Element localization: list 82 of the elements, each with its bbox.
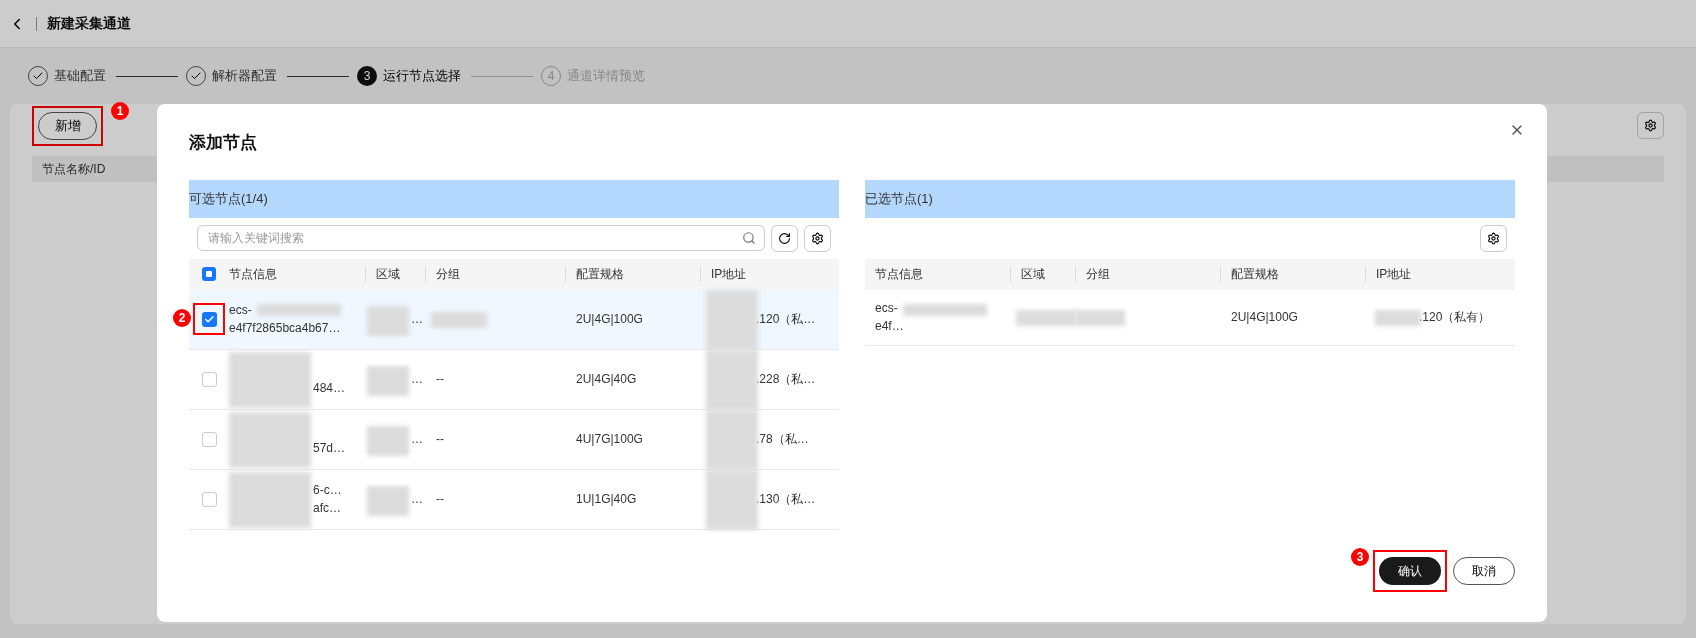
node-id: 484… — [313, 380, 346, 397]
dialog-title: 添加节点 — [189, 132, 258, 154]
table-cell-text: 2U|4G|40G — [576, 371, 637, 388]
node-id: 57d… — [313, 440, 346, 457]
add-button[interactable]: 新增 — [38, 112, 97, 140]
step-marker: 1 — [111, 102, 129, 120]
node-id: e4f7f2865bca4b67… — [229, 320, 341, 337]
page-title: 新建采集通道 — [47, 14, 131, 33]
node-name: ecs- — [229, 302, 252, 319]
redaction-blur — [367, 425, 409, 456]
table-cell-text: .130（私… — [756, 491, 816, 508]
column-header: 节点信息 — [229, 266, 277, 283]
redaction-blur — [706, 289, 758, 350]
table-cell-text: .120（私有） — [1419, 309, 1491, 326]
column-header: 区域 — [376, 266, 400, 283]
settings-icon — [1644, 119, 1657, 132]
table-cell-text: -- — [436, 491, 444, 508]
check-icon — [203, 313, 215, 325]
node-name: 6-c… — [313, 482, 342, 499]
column-header: 节点名称/ID — [42, 161, 106, 178]
redaction-blur — [367, 305, 409, 336]
redaction-blur — [367, 485, 409, 516]
column-header: 配置规格 — [576, 266, 624, 283]
table-row[interactable]: ecs- e4f7f2865bca4b67… … 2U|4G|100G .120（私… — [189, 289, 839, 350]
cancel-button[interactable]: 取消 — [1453, 557, 1515, 585]
table-cell-text: … — [411, 311, 423, 328]
panel-title-bar: 可选节点(1/4) — [189, 179, 839, 218]
confirm-button[interactable]: 确认 — [1379, 557, 1441, 585]
column-header: 分组 — [436, 266, 460, 283]
settings-button[interactable] — [1637, 112, 1664, 139]
step-marker: 2 — [173, 308, 191, 327]
row-checkbox[interactable] — [201, 431, 217, 447]
select-all-checkbox[interactable] — [202, 267, 216, 281]
table-cell-text: … — [411, 491, 423, 508]
step-label: 运行节点选择 — [383, 67, 461, 86]
step-label: 解析器配置 — [212, 67, 277, 86]
redaction-blur — [431, 311, 487, 328]
table-cell-text: .120（私… — [756, 311, 816, 328]
settings-icon — [811, 231, 824, 245]
row-checkbox[interactable] — [201, 371, 217, 387]
table-cell-text: .228（私… — [756, 371, 816, 388]
row-checkbox[interactable] — [201, 491, 217, 507]
step-number: 3 — [357, 66, 377, 86]
table-row[interactable]: 57d… … -- 4U|7G|100G .78（私… — [189, 409, 839, 470]
column-header: 配置规格 — [1231, 266, 1279, 283]
column-header: 节点信息 — [874, 266, 923, 283]
search-icon — [742, 231, 756, 245]
step-label: 基础配置 — [54, 67, 106, 86]
table-row[interactable]: 6-c… afc… … -- 1U|1G|40G .130（私… — [189, 469, 839, 530]
settings-button[interactable] — [1480, 224, 1507, 252]
redaction-blur — [367, 365, 409, 396]
settings-icon — [1487, 231, 1500, 245]
column-header: 分组 — [1086, 266, 1110, 283]
column-header: IP地址 — [711, 266, 747, 283]
redaction-blur — [706, 469, 758, 530]
table-cell-text: … — [411, 371, 423, 388]
column-header: IP地址 — [1376, 266, 1412, 283]
redaction-blur — [1075, 309, 1125, 326]
refresh-icon — [778, 231, 791, 245]
redaction-blur — [1016, 309, 1076, 326]
redaction-blur — [1375, 309, 1421, 326]
table-cell-text: -- — [436, 431, 444, 448]
search-field[interactable]: 请输入关键词搜索 — [197, 225, 765, 251]
redaction-blur — [706, 409, 758, 470]
panel-title-bar: 已选节点(1) — [865, 179, 1515, 218]
node-name: ecs- — [875, 300, 898, 317]
step-marker: 3 — [1351, 548, 1369, 566]
table-cell-text: .78（私… — [756, 431, 809, 448]
table-cell-text: 4U|7G|100G — [576, 431, 643, 448]
redaction-blur — [706, 349, 758, 410]
refresh-button[interactable] — [771, 224, 798, 252]
row-checkbox[interactable] — [201, 311, 217, 327]
column-header: 区域 — [1021, 266, 1045, 283]
table-cell-text: 2U|4G|100G — [576, 311, 643, 328]
table-cell-text: 2U|4G|100G — [1231, 309, 1298, 326]
table-row[interactable]: 484… … -- 2U|4G|40G .228（私… — [189, 349, 839, 410]
table-cell-text: -- — [436, 371, 444, 388]
table-cell-text: 1U|1G|40G — [576, 491, 637, 508]
node-id: afc… — [313, 500, 341, 517]
settings-button[interactable] — [804, 224, 831, 252]
node-id: e4f… — [875, 318, 904, 335]
table-cell-text: … — [411, 431, 423, 448]
